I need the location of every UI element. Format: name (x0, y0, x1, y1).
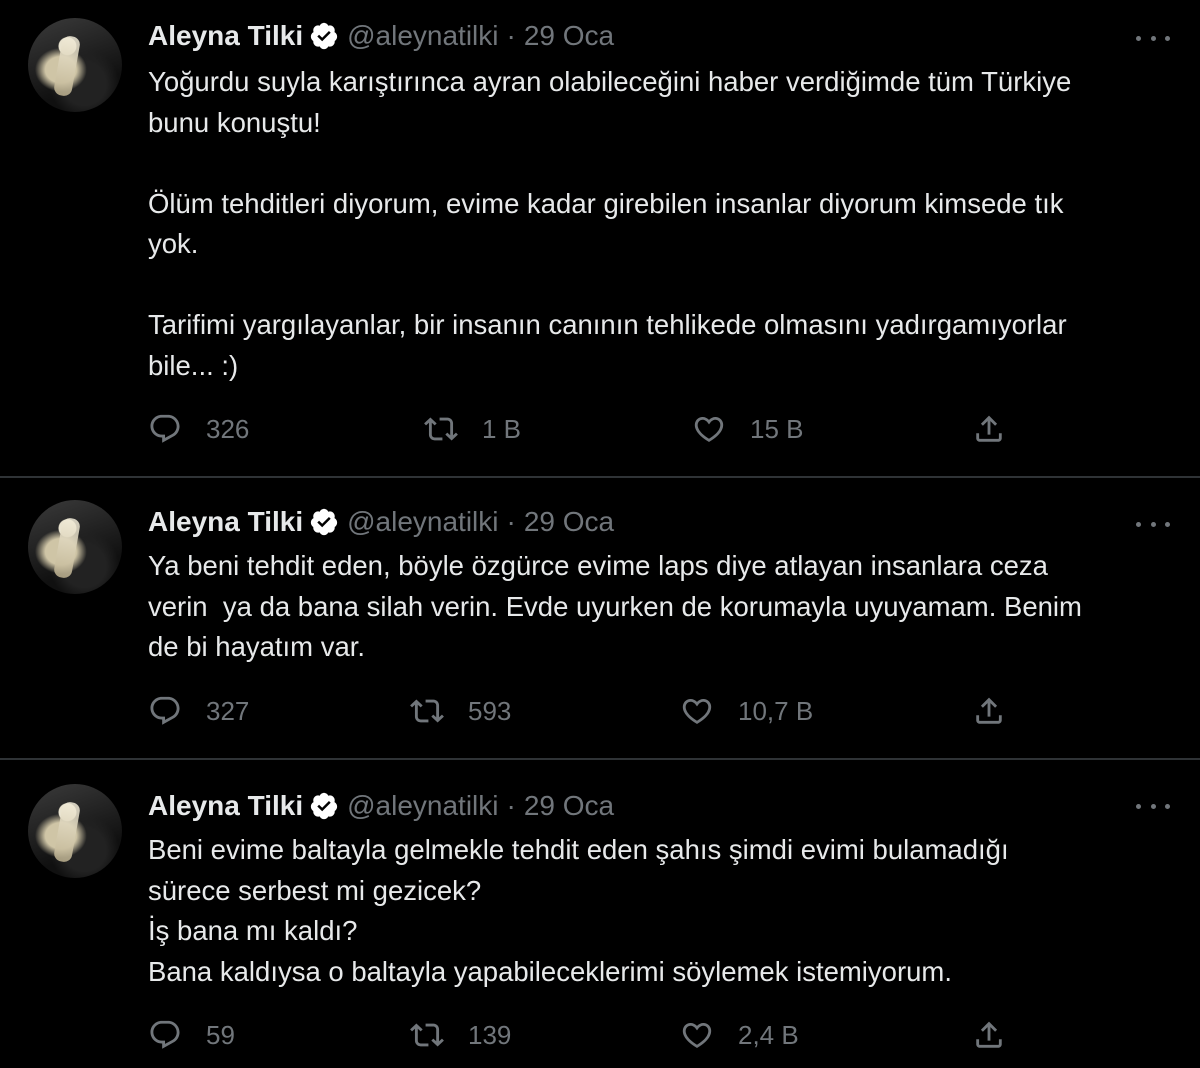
author-handle[interactable]: @aleynatilki (347, 20, 498, 52)
share-button[interactable] (972, 1018, 1006, 1052)
author-name[interactable]: Aleyna Tilki (148, 506, 303, 538)
author-name[interactable]: Aleyna Tilki (148, 20, 303, 52)
retweet-icon (410, 1023, 444, 1047)
retweet-count: 593 (468, 695, 512, 726)
avatar[interactable] (28, 18, 122, 112)
like-icon (682, 1022, 712, 1048)
tweet-actions: 326 1 B 15 B (148, 412, 1028, 452)
tweet-text: Yoğurdu suyla karıştırınca ayran olabile… (148, 66, 1072, 381)
share-button[interactable] (972, 412, 1006, 446)
retweet-button[interactable]: 593 (410, 694, 511, 728)
tweet-header: Aleyna Tilki @aleynatilki · 29 Oca (148, 786, 614, 826)
like-button[interactable]: 15 B (692, 412, 804, 446)
reply-button[interactable]: 59 (148, 1018, 235, 1052)
retweet-icon (410, 699, 444, 723)
retweet-button[interactable]: 1 B (424, 412, 521, 446)
author-handle[interactable]: @aleynatilki (347, 506, 498, 538)
tweet[interactable]: Aleyna Tilki @aleynatilki · 29 Oca Ya be… (0, 478, 1200, 758)
separator-dot: · (506, 790, 516, 821)
tweet-header: Aleyna Tilki @aleynatilki · 29 Oca (148, 502, 614, 542)
more-icon[interactable] (1136, 796, 1170, 816)
reply-button[interactable]: 326 (148, 412, 249, 446)
avatar[interactable] (28, 500, 122, 594)
reply-icon (150, 696, 180, 725)
like-count: 10,7 B (738, 695, 814, 726)
like-button[interactable]: 2,4 B (680, 1018, 799, 1052)
avatar[interactable] (28, 784, 122, 878)
like-count: 2,4 B (738, 1019, 799, 1050)
verified-badge-icon (310, 22, 338, 50)
reply-count: 326 (206, 413, 250, 444)
retweet-button[interactable]: 139 (410, 1018, 511, 1052)
tweet-text: Beni evime baltayla gelmekle tehdit eden… (148, 834, 1009, 987)
tweet-text: Ya beni tehdit eden, böyle özgürce evime… (148, 550, 1082, 662)
verified-badge-icon (310, 792, 338, 820)
more-icon[interactable] (1136, 514, 1170, 534)
separator-dot: · (506, 20, 516, 51)
like-icon (682, 698, 712, 724)
reply-count: 327 (206, 695, 250, 726)
tweet[interactable]: Aleyna Tilki @aleynatilki · 29 Oca Yoğur… (0, 0, 1200, 476)
like-count: 15 B (750, 413, 804, 444)
like-icon (694, 416, 724, 442)
reply-icon (150, 414, 180, 443)
tweet[interactable]: Aleyna Tilki @aleynatilki · 29 Oca Beni … (0, 760, 1200, 1068)
share-icon (976, 1021, 1002, 1048)
separator-dot: · (506, 506, 516, 537)
tweet-actions: 59 139 2,4 B (148, 1018, 1028, 1058)
reply-icon (150, 1020, 180, 1049)
tweet-date[interactable]: 29 Oca (524, 20, 614, 52)
tweet-header: Aleyna Tilki @aleynatilki · 29 Oca (148, 16, 614, 56)
reply-count: 59 (206, 1019, 235, 1050)
share-button[interactable] (972, 694, 1006, 728)
tweet-date[interactable]: 29 Oca (524, 790, 614, 822)
share-icon (976, 415, 1002, 442)
tweet-actions: 327 593 10,7 B (148, 694, 1028, 734)
author-name[interactable]: Aleyna Tilki (148, 790, 303, 822)
retweet-count: 1 B (482, 413, 522, 444)
retweet-count: 139 (468, 1019, 512, 1050)
tweet-date[interactable]: 29 Oca (524, 506, 614, 538)
verified-badge-icon (310, 508, 338, 536)
share-icon (976, 697, 1002, 724)
reply-button[interactable]: 327 (148, 694, 249, 728)
retweet-icon (424, 417, 458, 441)
like-button[interactable]: 10,7 B (680, 694, 813, 728)
author-handle[interactable]: @aleynatilki (347, 790, 498, 822)
more-icon[interactable] (1136, 28, 1170, 48)
